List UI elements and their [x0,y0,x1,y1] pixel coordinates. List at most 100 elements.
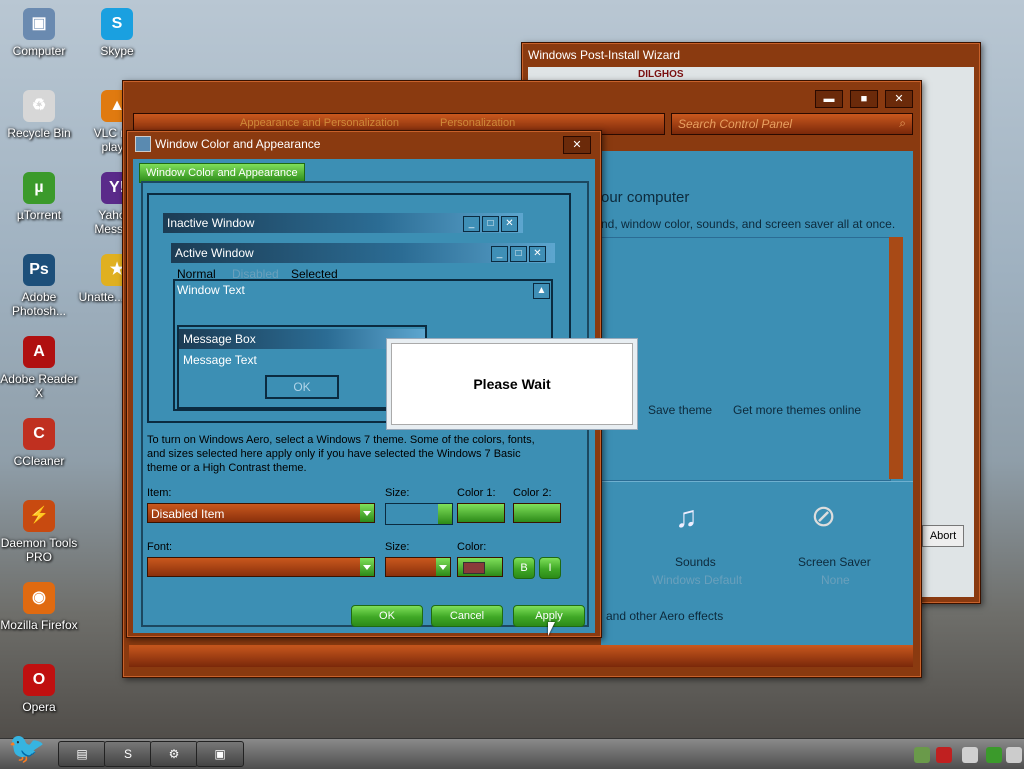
aero-effects-link[interactable]: and other Aero effects [606,609,723,623]
screen-saver-icon[interactable]: ⊘ [811,499,851,539]
item-label: Item: [147,487,172,499]
taskbar-skype[interactable]: S [104,741,152,767]
utorrent-icon: µ [23,172,55,204]
active-minimize-icon: _ [491,246,508,262]
wizard-logo: DILGHOS [638,69,684,80]
desktop-icon-label: Recycle Bin [7,126,71,140]
personalization-content: our computer nd, window color, sounds, a… [601,151,913,661]
maximize-button[interactable]: ■ [850,90,878,108]
cancel-button[interactable]: Cancel [431,605,503,627]
tray-network-icon[interactable] [914,747,930,763]
size-spinner[interactable] [385,503,453,525]
desktop-icon-photoshop[interactable]: Ps Adobe Photosh... [0,254,78,318]
dialog-title: Window Color and Appearance [155,137,321,151]
status-bar [129,645,913,667]
minimize-button[interactable]: ▬ [815,90,843,108]
adobe-reader-icon: A [23,336,55,368]
sounds-sublabel: Windows Default [652,573,743,587]
desktop-icon-recycle-bin[interactable]: ♻ Recycle Bin [0,90,78,140]
sounds-label[interactable]: Sounds [675,555,716,569]
skype-icon: S [101,8,133,40]
color2-picker[interactable] [513,503,561,523]
window-text: Window Text [177,283,245,297]
active-close-icon: ✕ [529,246,546,262]
active-maximize-icon: □ [510,246,527,262]
item-select[interactable]: Disabled Item [147,503,375,523]
desktop-icon-opera[interactable]: O Opera [0,664,78,714]
breadcrumb-personalization[interactable]: Personalization [440,117,515,129]
theme-scrollbar[interactable] [889,237,903,479]
screen-saver-sublabel: None [821,573,850,587]
save-theme-link[interactable]: Save theme [648,403,712,417]
firefox-icon: ◉ [23,582,55,614]
mouse-cursor-icon [548,622,555,636]
desktop-icon-label: µTorrent [16,208,62,222]
dialog-close-button[interactable]: ✕ [563,136,591,154]
search-icon: ⌕ [899,116,906,130]
italic-button[interactable]: I [539,557,561,579]
taskbar-explorer[interactable]: ▤ [58,741,106,767]
inactive-maximize-icon: □ [482,216,499,232]
wizard-title: Windows Post-Install Wizard [528,48,681,62]
desktop-icon-label: Daemon Tools PRO [0,536,78,564]
inactive-minimize-icon: _ [463,216,480,232]
font-color-picker[interactable] [457,557,503,577]
desktop-icon-ccleaner[interactable]: C CCleaner [0,418,78,468]
photoshop-icon: Ps [23,254,55,286]
color1-picker[interactable] [457,503,505,523]
wizard-abort-button[interactable]: Abort [922,525,964,547]
font-select[interactable] [147,557,375,577]
size-label: Size: [385,487,410,499]
tray-close-icon[interactable] [936,747,952,763]
desktop-icon-label: Adobe Reader X [0,372,78,400]
color1-label: Color 1: [457,487,496,499]
desktop-icon-label: Opera [22,700,56,714]
desktop-icon-adobe-reader[interactable]: A Adobe Reader X [0,336,78,400]
tray-flag-icon[interactable] [1006,747,1022,763]
desktop-icon-label: Adobe Photosh... [11,290,67,318]
tray-speaker-icon[interactable] [962,747,978,763]
font-size-select[interactable] [385,557,451,577]
desktop-icon-computer[interactable]: ▣ Computer [0,8,78,58]
recycle-bin-icon: ♻ [23,90,55,122]
font-size-label: Size: [385,541,410,553]
desktop-icon-label: Skype [100,44,134,58]
desktop-icon-firefox[interactable]: ◉ Mozilla Firefox [0,582,78,632]
inactive-close-icon: ✕ [501,216,518,232]
desktop-icon-label: CCleaner [13,454,65,468]
opera-icon: O [23,664,55,696]
page-heading: our computer [601,189,690,206]
preview-ok-button: OK [265,375,339,399]
taskbar-wizard[interactable]: ⚙ [150,741,198,767]
ok-button[interactable]: OK [351,605,423,627]
scroll-up-icon: ▲ [533,283,550,299]
breadcrumb-appearance[interactable]: Appearance and Personalization [240,117,399,129]
search-box[interactable]: Search Control Panel ⌕ [671,113,913,135]
start-button[interactable]: 🐦 [2,730,52,768]
dialog-icon [135,136,151,152]
desktop-icon-utorrent[interactable]: µ µTorrent [0,172,78,222]
desktop-icon-daemon-tools[interactable]: ⚡ Daemon Tools PRO [0,500,78,564]
desktop-icon-label: Computer [12,44,66,58]
daemon-tools-icon: ⚡ [23,500,55,532]
desktop-icon-label: Mozilla Firefox [0,618,78,632]
search-input[interactable]: Search Control Panel [678,117,792,131]
ccleaner-icon: C [23,418,55,450]
close-button[interactable]: ✕ [885,90,913,108]
taskbar-control-panel[interactable]: ▣ [196,741,244,767]
get-more-themes-link[interactable]: Get more themes online [733,403,861,417]
message-text: Message Text [183,353,257,367]
theme-list[interactable] [601,237,891,481]
font-label: Font: [147,541,173,553]
screen-saver-label[interactable]: Screen Saver [798,555,871,569]
tray-utorrent-icon[interactable] [986,747,1002,763]
tab-window-color[interactable]: Window Color and Appearance [139,163,305,183]
sounds-icon[interactable]: ♫ [675,501,719,541]
color2-label: Color 2: [513,487,552,499]
aero-info-text: To turn on Windows Aero, select a Window… [147,434,535,474]
desktop-icon-skype[interactable]: S Skype [78,8,156,58]
please-wait-dialog: Please Wait [386,338,638,430]
bold-button[interactable]: B [513,557,535,579]
color-label: Color: [457,541,487,553]
please-wait-text: Please Wait [473,376,551,392]
